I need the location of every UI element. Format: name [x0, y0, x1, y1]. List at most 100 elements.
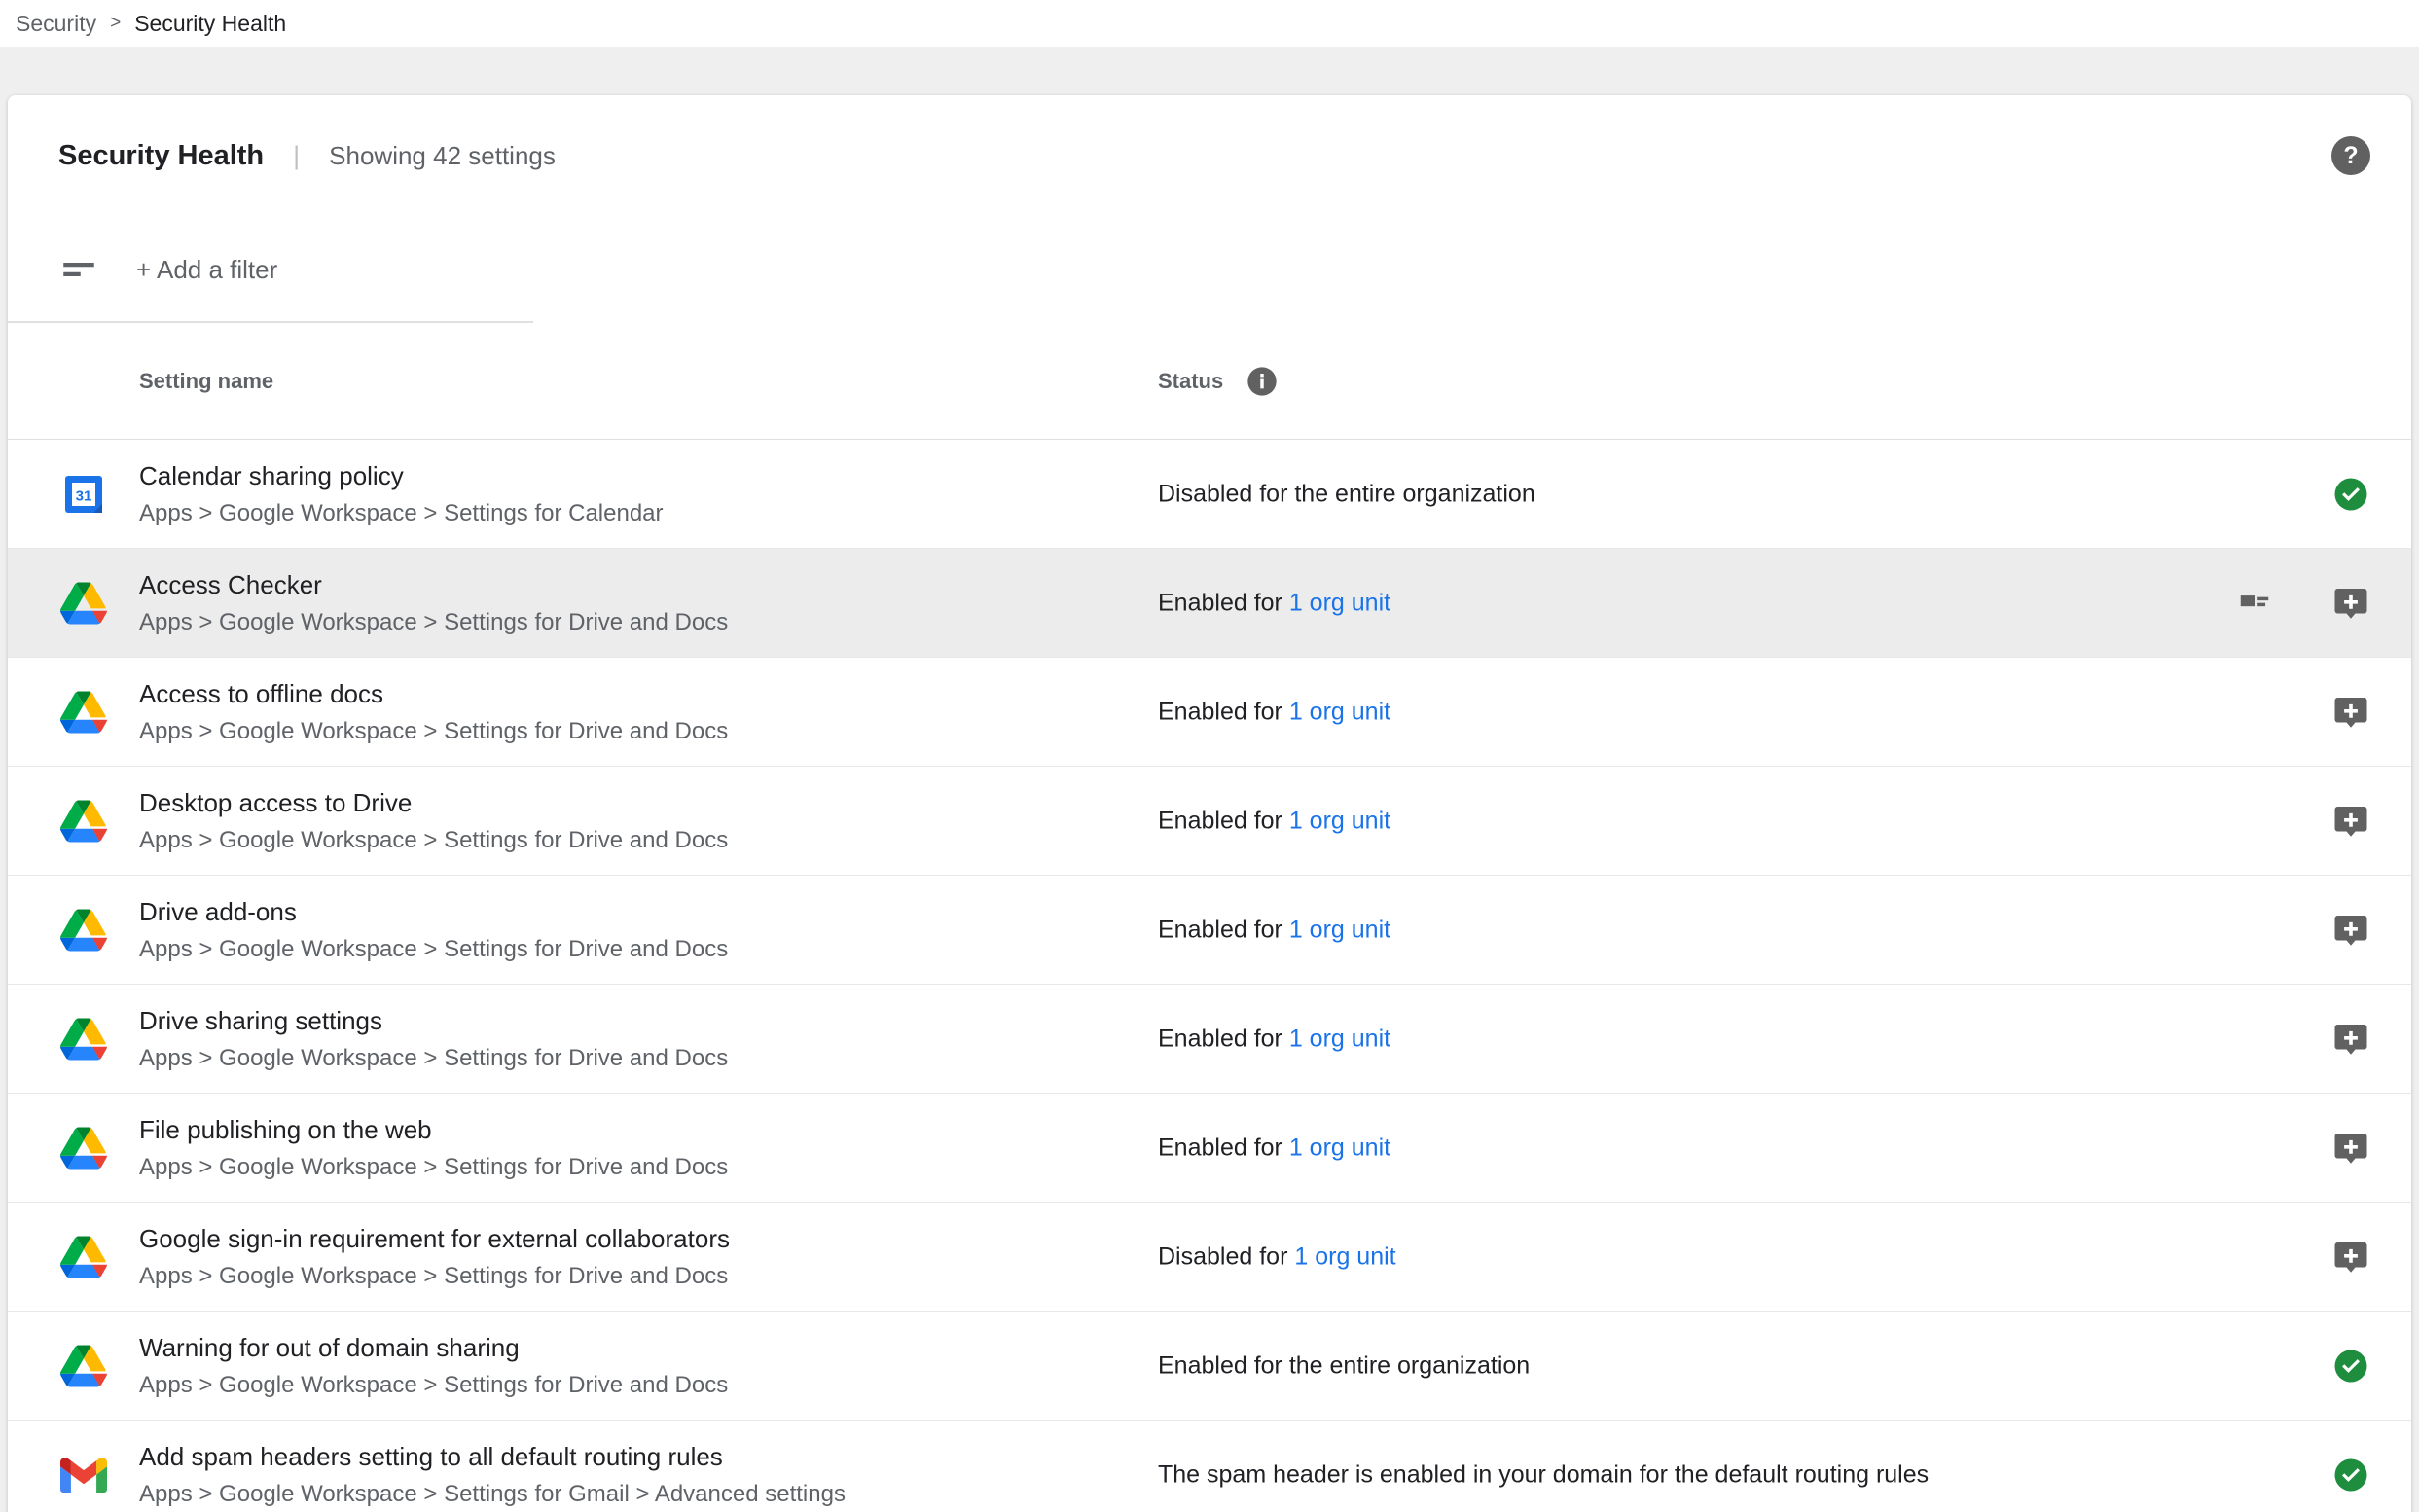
- setting-name: Add spam headers setting to all default …: [139, 1442, 846, 1472]
- table-row[interactable]: Desktop access to Drive Apps > Google Wo…: [8, 767, 2411, 876]
- setting-status: Enabled for 1 org unit: [1158, 1134, 1390, 1162]
- row-actions: [2333, 1458, 2368, 1493]
- add-recommendation-icon[interactable]: [2333, 586, 2368, 621]
- setting-text-block: Google sign-in requirement for external …: [139, 1224, 730, 1290]
- table-row[interactable]: File publishing on the web Apps > Google…: [8, 1094, 2411, 1203]
- org-unit-link[interactable]: 1 org unit: [1289, 698, 1390, 725]
- add-filter-button[interactable]: + Add a filter: [136, 255, 277, 285]
- row-actions: [2333, 1349, 2368, 1384]
- row-actions: [2333, 1131, 2368, 1166]
- status-text: Enabled for: [1158, 916, 1289, 943]
- setting-status: Enabled for the entire organization: [1158, 1351, 1530, 1380]
- status-check-icon: [2333, 1458, 2368, 1493]
- status-text: Enabled for: [1158, 807, 1289, 834]
- help-icon[interactable]: ?: [2331, 136, 2370, 175]
- setting-path: Apps > Google Workspace > Settings for D…: [139, 936, 728, 963]
- drive-icon: [60, 1016, 107, 1062]
- setting-path: Apps > Google Workspace > Settings for D…: [139, 1154, 728, 1181]
- card-header: Security Health | Showing 42 settings ?: [8, 95, 2411, 216]
- row-actions: [2333, 913, 2368, 948]
- filter-bar: + Add a filter: [8, 216, 2411, 323]
- setting-status: Enabled for 1 org unit: [1158, 698, 1390, 726]
- org-unit-link[interactable]: 1 org unit: [1289, 916, 1390, 943]
- table-row[interactable]: Access to offline docs Apps > Google Wor…: [8, 658, 2411, 767]
- title-divider: |: [293, 141, 300, 171]
- status-text: Enabled for: [1158, 1025, 1289, 1052]
- setting-text-block: Calendar sharing policy Apps > Google Wo…: [139, 461, 664, 527]
- table-row[interactable]: Drive sharing settings Apps > Google Wor…: [8, 985, 2411, 1094]
- status-text: Disabled for: [1158, 1242, 1294, 1270]
- setting-status: Enabled for 1 org unit: [1158, 807, 1390, 835]
- add-recommendation-icon[interactable]: [2333, 1022, 2368, 1057]
- add-recommendation-icon[interactable]: [2333, 695, 2368, 730]
- status-text: Enabled for the entire organization: [1158, 1351, 1530, 1379]
- org-unit-link[interactable]: 1 org unit: [1294, 1242, 1395, 1270]
- drive-icon: [60, 798, 107, 845]
- breadcrumb-separator-icon: >: [110, 13, 121, 34]
- setting-status: The spam header is enabled in your domai…: [1158, 1460, 1929, 1489]
- status-text: Enabled for: [1158, 589, 1289, 616]
- table-row[interactable]: Warning for out of domain sharing Apps >…: [8, 1312, 2411, 1421]
- table-row[interactable]: Drive add-ons Apps > Google Workspace > …: [8, 876, 2411, 985]
- setting-status: Enabled for 1 org unit: [1158, 589, 1390, 617]
- add-recommendation-icon[interactable]: [2333, 804, 2368, 839]
- status-text: The spam header is enabled in your domai…: [1158, 1460, 1929, 1488]
- setting-text-block: Warning for out of domain sharing Apps >…: [139, 1333, 728, 1399]
- setting-text-block: Drive add-ons Apps > Google Workspace > …: [139, 897, 728, 963]
- row-actions: [2333, 804, 2368, 839]
- status-check-icon: [2333, 1349, 2368, 1384]
- row-actions: [2333, 1240, 2368, 1275]
- setting-name: Drive add-ons: [139, 897, 728, 927]
- setting-status: Disabled for the entire organization: [1158, 480, 1535, 508]
- settings-table-body: 31 Calendar sharing policy Apps > Google…: [8, 440, 2411, 1512]
- org-unit-link[interactable]: 1 org unit: [1289, 1025, 1390, 1052]
- breadcrumb: Security > Security Health: [0, 0, 2419, 47]
- table-row[interactable]: 31 Calendar sharing policy Apps > Google…: [8, 440, 2411, 549]
- setting-path: Apps > Google Workspace > Settings for D…: [139, 718, 728, 745]
- org-unit-link[interactable]: 1 org unit: [1289, 589, 1390, 616]
- setting-name: Drive sharing settings: [139, 1006, 728, 1036]
- setting-path: Apps > Google Workspace > Settings for D…: [139, 609, 728, 636]
- filter-icon: [58, 249, 99, 290]
- calendar-icon: 31: [60, 471, 107, 518]
- setting-text-block: Drive sharing settings Apps > Google Wor…: [139, 1006, 728, 1072]
- add-recommendation-icon[interactable]: [2333, 913, 2368, 948]
- table-row[interactable]: Add spam headers setting to all default …: [8, 1421, 2411, 1512]
- breadcrumb-current-page: Security Health: [134, 11, 286, 37]
- add-recommendation-icon[interactable]: [2333, 1131, 2368, 1166]
- setting-status: Disabled for 1 org unit: [1158, 1242, 1396, 1271]
- breadcrumb-security-link[interactable]: Security: [16, 11, 96, 37]
- status-check-icon: [2333, 477, 2368, 512]
- drive-icon: [60, 1125, 107, 1171]
- setting-name: Access to offline docs: [139, 679, 728, 709]
- table-row[interactable]: Access Checker Apps > Google Workspace >…: [8, 549, 2411, 658]
- setting-name: Desktop access to Drive: [139, 788, 728, 818]
- setting-path: Apps > Google Workspace > Settings for C…: [139, 500, 664, 527]
- setting-text-block: Access to offline docs Apps > Google Wor…: [139, 679, 728, 745]
- setting-path: Apps > Google Workspace > Settings for D…: [139, 1372, 728, 1399]
- drive-icon: [60, 689, 107, 736]
- status-text: Enabled for: [1158, 698, 1289, 725]
- svg-text:31: 31: [76, 487, 92, 504]
- info-icon[interactable]: [1246, 366, 1278, 397]
- page-title: Security Health: [58, 140, 264, 172]
- security-health-card: Security Health | Showing 42 settings ? …: [8, 95, 2411, 1512]
- table-header: Setting name Status: [8, 323, 2411, 440]
- setting-name: Calendar sharing policy: [139, 461, 664, 491]
- gmail-icon: [60, 1452, 107, 1498]
- row-actions: [2333, 477, 2368, 512]
- row-actions: [2333, 695, 2368, 730]
- org-unit-link[interactable]: 1 org unit: [1289, 807, 1390, 834]
- add-recommendation-icon[interactable]: [2333, 1240, 2368, 1275]
- table-row[interactable]: Google sign-in requirement for external …: [8, 1203, 2411, 1312]
- setting-name: Warning for out of domain sharing: [139, 1333, 728, 1363]
- org-unit-link[interactable]: 1 org unit: [1289, 1134, 1390, 1161]
- list-detail-icon: [2236, 585, 2273, 622]
- setting-text-block: Desktop access to Drive Apps > Google Wo…: [139, 788, 728, 854]
- column-header-status: Status: [1158, 366, 1278, 397]
- settings-count-label: Showing 42 settings: [329, 141, 556, 171]
- status-text: Disabled for the entire organization: [1158, 480, 1535, 507]
- setting-name: Google sign-in requirement for external …: [139, 1224, 730, 1254]
- drive-icon: [60, 1234, 107, 1280]
- setting-path: Apps > Google Workspace > Settings for G…: [139, 1481, 846, 1508]
